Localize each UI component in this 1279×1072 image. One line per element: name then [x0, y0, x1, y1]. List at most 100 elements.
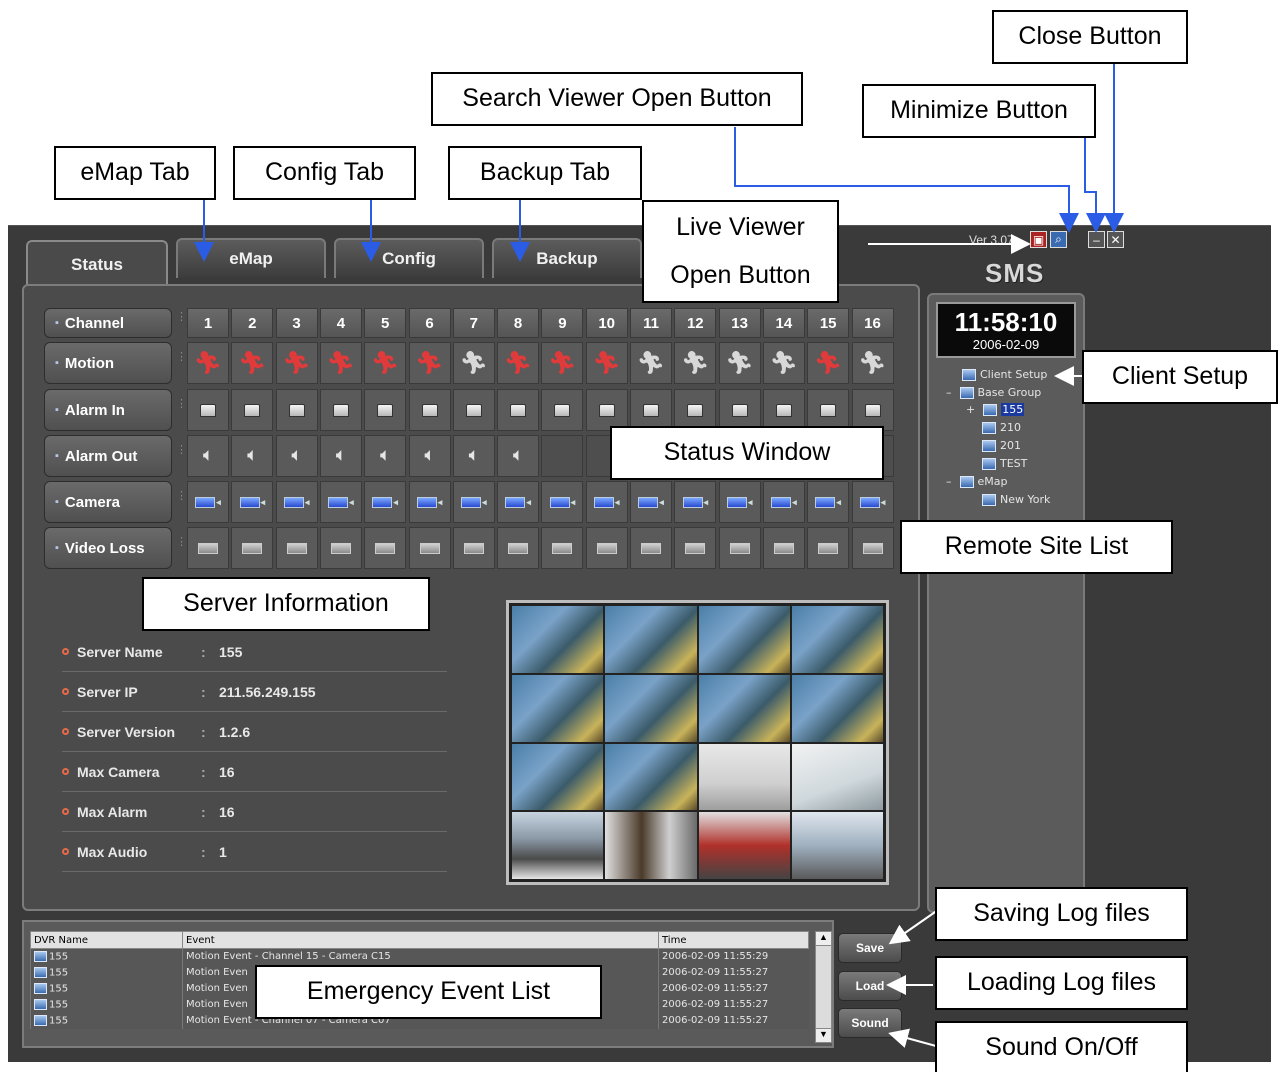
- video-loss-icon: [851, 527, 894, 569]
- channel-number: 14: [762, 308, 805, 338]
- row-label-alarm-in: ▪ Alarm In: [44, 389, 172, 431]
- motion-icon: 🏃︎: [187, 342, 229, 384]
- collapse-icon: –: [946, 475, 952, 488]
- alarm-in-icon: [187, 389, 229, 431]
- speaker-icon: 🔈︎: [408, 435, 451, 477]
- camera-icon: ◂: [585, 481, 628, 523]
- tree-site[interactable]: 210: [982, 421, 1021, 434]
- camera-preview-tile[interactable]: [791, 674, 883, 742]
- version-label: Ver 3.07: [969, 233, 1014, 247]
- camera-preview-tile[interactable]: [698, 606, 790, 673]
- close-button[interactable]: ✕: [1107, 231, 1124, 248]
- callout-emap-tab: eMap Tab: [54, 146, 216, 200]
- sound-toggle-button[interactable]: Sound: [838, 1008, 902, 1038]
- row-separator: ⋮: [176, 351, 187, 363]
- server-info-label: Server Name: [77, 643, 163, 660]
- event-list-scrollbar[interactable]: ▲ ▼: [815, 931, 832, 1043]
- server-info-label: Max Audio: [77, 843, 148, 860]
- motion-icon: 🏃︎: [807, 342, 850, 384]
- dvr-icon: [983, 403, 998, 416]
- server-info-row: Max Camera:16: [62, 752, 447, 792]
- video-loss-icon: [541, 527, 584, 569]
- callout-sound-onoff: Sound On/Off: [935, 1021, 1188, 1072]
- bullet-icon: ▪: [55, 357, 59, 369]
- channel-number: 3: [275, 308, 318, 338]
- dvr-icon: [982, 421, 996, 434]
- tab-status[interactable]: Status: [26, 240, 168, 288]
- tab-config[interactable]: Config: [334, 238, 484, 278]
- callout-saving-log: Saving Log files: [935, 887, 1188, 941]
- channel-number: 16: [851, 308, 894, 338]
- video-loss-icon: [497, 527, 540, 569]
- callout-config-tab: Config Tab: [233, 146, 416, 200]
- tree-client-setup[interactable]: Client Setup: [962, 368, 1047, 381]
- camera-preview-tile[interactable]: [698, 674, 790, 742]
- bullet-icon: ▪: [55, 450, 59, 462]
- clock-date: 2006-02-09: [972, 337, 1040, 352]
- camera-preview-tile[interactable]: [512, 743, 604, 811]
- camera-preview-tile[interactable]: [791, 743, 883, 811]
- row-separator: ⋮: [176, 536, 187, 548]
- tree-site[interactable]: 201: [982, 439, 1021, 452]
- table-row[interactable]: 155 Motion Event - Channel 15 - Camera C1…: [30, 948, 809, 965]
- tree-site[interactable]: TEST: [982, 457, 1027, 470]
- callout-backup-tab: Backup Tab: [448, 146, 642, 200]
- motion-icon: 🏃︎: [497, 342, 540, 384]
- server-info-value: 16: [219, 763, 235, 780]
- column-header[interactable]: Event: [182, 931, 659, 949]
- camera-preview-tile[interactable]: [791, 812, 883, 879]
- tab-emap[interactable]: eMap: [176, 238, 326, 278]
- camera-preview-tile[interactable]: [791, 606, 883, 673]
- alarm-in-icon: [275, 389, 318, 431]
- camera-preview-tile[interactable]: [605, 743, 697, 811]
- dvr-icon: [34, 998, 47, 1010]
- camera-preview-tile[interactable]: [605, 812, 697, 879]
- camera-preview-tile[interactable]: [605, 606, 697, 673]
- channel-number: 15: [807, 308, 850, 338]
- live-viewer-open-button[interactable]: ▣: [1030, 231, 1047, 248]
- motion-icon: 🏃︎: [851, 342, 894, 384]
- motion-icon: 🏃︎: [762, 342, 805, 384]
- scroll-up-icon[interactable]: ▲: [816, 932, 831, 946]
- camera-preview-tile[interactable]: [512, 674, 604, 742]
- bullet-icon: [62, 848, 69, 855]
- alarm-in-icon: [762, 389, 805, 431]
- server-info-row: Server Name:155: [62, 632, 447, 672]
- dvr-name-cell: 155: [30, 980, 183, 997]
- time-cell: 2006-02-09 11:55:29: [658, 948, 809, 965]
- motion-icon: 🏃︎: [585, 342, 628, 384]
- camera-icon: ◂: [319, 481, 362, 523]
- camera-preview-tile[interactable]: [698, 743, 790, 811]
- camera-preview-tile[interactable]: [512, 812, 604, 879]
- tree-emap[interactable]: – eMap: [946, 475, 1007, 488]
- channel-number: 9: [541, 308, 584, 338]
- minimize-button[interactable]: –: [1088, 231, 1105, 248]
- bullet-icon: [62, 688, 69, 695]
- bullet-icon: ▪: [55, 496, 59, 508]
- load-log-button[interactable]: Load: [838, 971, 902, 1001]
- motion-icon: 🏃︎: [452, 342, 495, 384]
- alarm-in-icon: [851, 389, 894, 431]
- video-loss-icon: [718, 527, 761, 569]
- scroll-down-icon[interactable]: ▼: [816, 1028, 831, 1042]
- motion-icon: 🏃︎: [319, 342, 362, 384]
- column-header[interactable]: Time: [658, 931, 809, 949]
- camera-icon: ◂: [630, 481, 672, 523]
- save-log-button[interactable]: Save: [838, 933, 902, 963]
- clock: 11:58:10 2006-02-09: [936, 302, 1076, 358]
- search-viewer-open-button[interactable]: ⌕: [1050, 231, 1067, 248]
- tab-backup[interactable]: Backup: [492, 238, 642, 278]
- tree-base-group[interactable]: – Base Group: [946, 386, 1041, 399]
- alarm-in-icon: [630, 389, 672, 431]
- motion-icon: 🏃︎: [674, 342, 717, 384]
- bullet-icon: [62, 768, 69, 775]
- column-header[interactable]: DVR Name: [30, 931, 183, 949]
- tree-emap-item[interactable]: New York: [982, 493, 1050, 506]
- separator: :: [201, 723, 206, 740]
- tree-site[interactable]: +155: [966, 403, 1025, 416]
- camera-preview-tile[interactable]: [698, 812, 790, 879]
- server-info-value: 1.2.6: [219, 723, 251, 740]
- camera-preview-tile[interactable]: [605, 674, 697, 742]
- channel-number: 1: [187, 308, 229, 338]
- camera-preview-tile[interactable]: [512, 606, 604, 673]
